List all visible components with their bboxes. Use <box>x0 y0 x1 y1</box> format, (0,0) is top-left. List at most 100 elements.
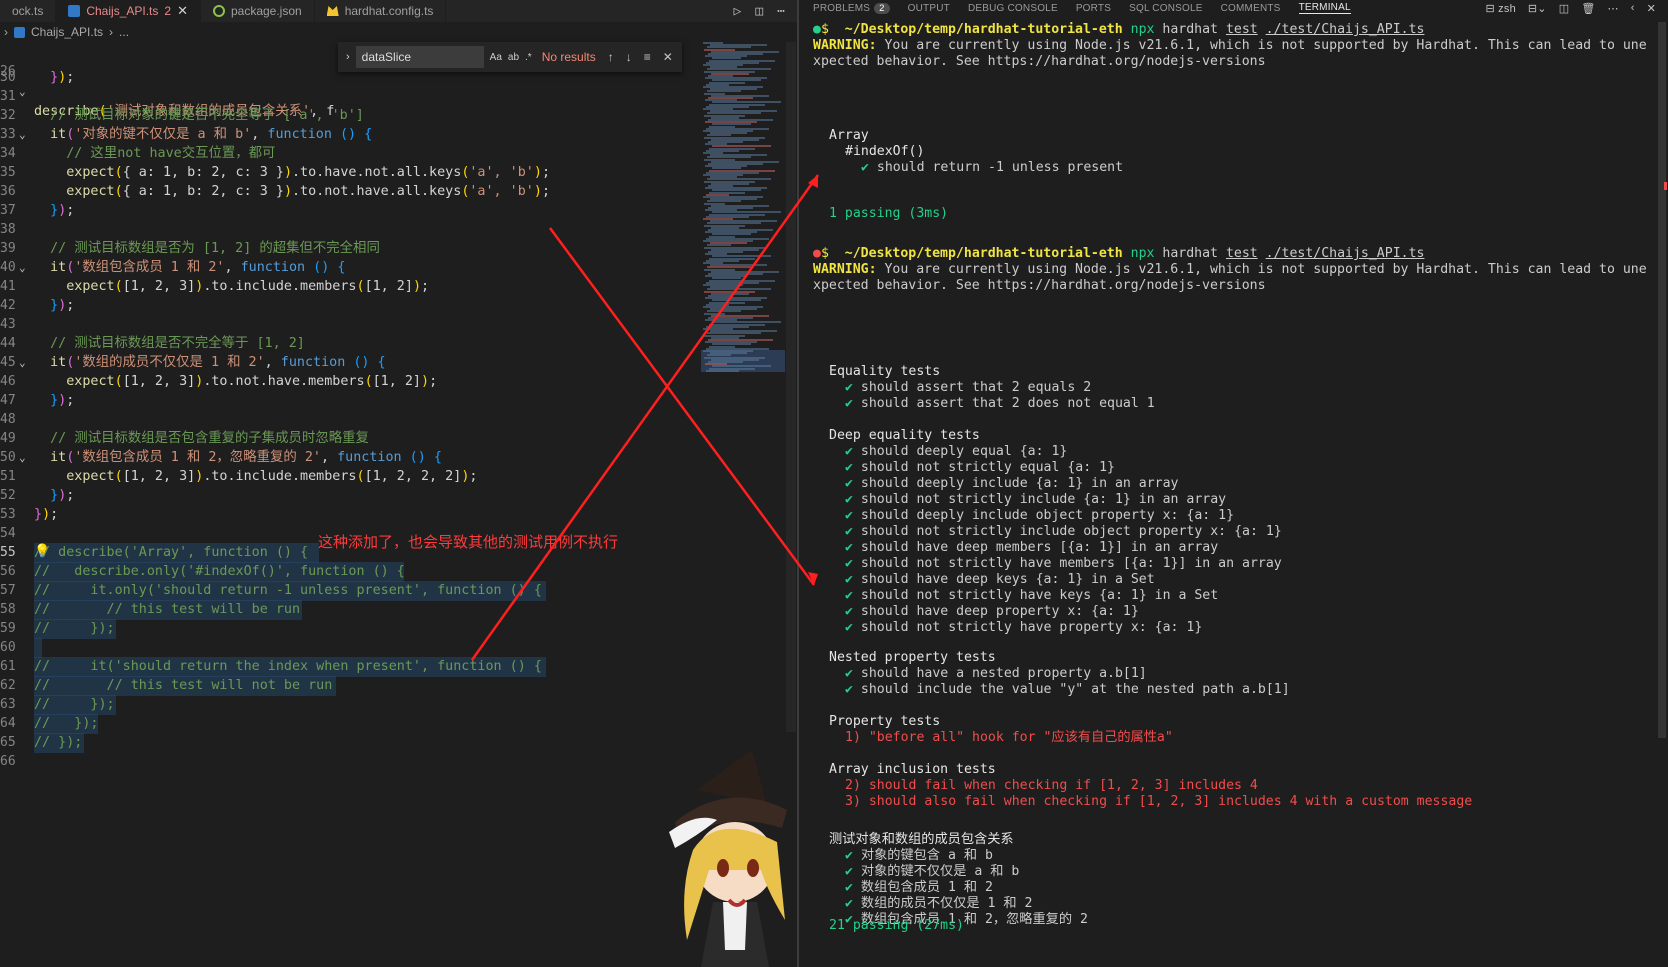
find-input[interactable]: dataSlice <box>355 46 484 68</box>
arrow-up-icon[interactable]: ↑ <box>608 50 614 64</box>
editor-pane: ock.ts Chaijs_API.ts 2 ✕ package.json ha… <box>0 0 797 967</box>
line-number: 52 <box>0 488 16 503</box>
find-in-selection-icon[interactable]: ≡ <box>644 50 651 64</box>
close-icon[interactable]: ✕ <box>177 3 188 19</box>
test-name: should return -1 unless present <box>876 160 1124 175</box>
new-terminal-icon[interactable]: ⊟⌄ <box>1528 2 1547 15</box>
code-line: 40 ⌄ it('数组包含成员 1 和 2', function () { <box>0 258 700 278</box>
code-line: 31 <box>0 87 700 107</box>
code-token: expect <box>66 279 115 294</box>
code-line: 60 <box>0 638 700 658</box>
code-token: expect <box>66 374 115 389</box>
arrow-down-icon[interactable]: ↓ <box>626 50 632 64</box>
whole-word-icon[interactable]: ab <box>508 52 519 63</box>
close-icon[interactable]: ✕ <box>663 50 673 64</box>
minimap[interactable] <box>701 42 785 372</box>
code-token: it <box>50 450 67 465</box>
command-failed-icon: ● <box>813 246 821 261</box>
panel-tab-bar: PROBLEMS 2 OUTPUT DEBUG CONSOLE PORTS SQL… <box>799 0 1668 16</box>
lightbulb-icon[interactable]: 💡 <box>34 544 50 559</box>
toggle-replace-icon[interactable]: › <box>346 51 350 63</box>
test-result: ✔ should have deep property x: {a: 1} <box>845 604 1139 620</box>
chevron-left-icon[interactable]: ‹ <box>1631 2 1635 14</box>
tab-label: ock.ts <box>12 4 44 18</box>
close-icon[interactable]: ✕ <box>1647 2 1656 15</box>
code-token: .to.include.members <box>203 279 357 294</box>
find-widget: › dataSlice Aa ab .* No results ↑ ↓ ≡ ✕ <box>338 42 682 72</box>
chibi-character-image <box>669 750 787 967</box>
code-token: function <box>280 355 346 370</box>
code-comment: // 测试目标数组是否为 [1, 2] 的超集但不完全相同 <box>50 241 380 256</box>
code-token: function <box>337 450 402 465</box>
check-icon: ✔ <box>845 476 853 491</box>
trash-icon[interactable]: 🗑 <box>1581 2 1595 15</box>
tab-debug-console[interactable]: DEBUG CONSOLE <box>968 3 1058 14</box>
tab-mock-ts[interactable]: ock.ts <box>0 0 57 22</box>
terminal-shell-icon[interactable]: ⊟ zsh <box>1485 2 1515 15</box>
warning-text: You are currently using Node.js v21.6.1,… <box>876 38 1647 53</box>
check-icon: ✔ <box>845 896 853 911</box>
tab-sql-console[interactable]: SQL CONSOLE <box>1129 3 1203 14</box>
tab-chaijs-api[interactable]: Chaijs_API.ts 2 ✕ <box>56 0 201 22</box>
editor-scrollbar[interactable] <box>786 42 796 732</box>
cwd: ~/Desktop/temp/hardhat-tutorial-eth <box>844 22 1123 37</box>
code-line: 66 <box>0 752 700 772</box>
cmd-token: test <box>1225 246 1258 261</box>
tab-problems[interactable]: PROBLEMS 2 <box>813 2 890 14</box>
test-name: 数组的成员不仅仅是 1 和 2 <box>860 896 1033 911</box>
line-number: 31 <box>0 89 16 104</box>
chevron-down-icon[interactable]: ⌄ <box>19 448 26 468</box>
more-actions-icon[interactable]: ⋯ <box>1608 2 1619 15</box>
split-terminal-icon[interactable]: ◫ <box>1559 2 1570 15</box>
line-number: 56 <box>0 564 16 579</box>
line-number: 37 <box>0 203 16 218</box>
tab-package-json[interactable]: package.json <box>201 0 315 22</box>
breadcrumb-file[interactable]: Chaijs_API.ts <box>31 25 103 39</box>
code-line: 39 // 测试目标数组是否为 [1, 2] 的超集但不完全相同 <box>0 239 700 259</box>
tab-comments[interactable]: COMMENTS <box>1221 3 1281 14</box>
panel-actions: ⊟ zsh ⊟⌄ ◫ 🗑 ⋯ ‹ ✕ <box>1485 2 1668 15</box>
code-line: 56 // describe.only('#indexOf()', functio… <box>0 562 700 582</box>
more-actions-icon[interactable]: ⋯ <box>777 4 785 19</box>
regex-icon[interactable]: .* <box>525 52 532 63</box>
line-number: 60 <box>0 640 16 655</box>
code-line: 41 expect([1, 2, 3]).to.include.members(… <box>0 277 700 297</box>
node-json-icon <box>212 5 225 17</box>
line-number: 59 <box>0 621 16 636</box>
cmd-token: hardhat <box>1162 246 1218 261</box>
code-token: '数组的成员不仅仅是 1 和 2' <box>74 355 265 370</box>
tab-hardhat-config[interactable]: hardhat.config.ts <box>315 0 447 22</box>
code-line: 51 expect([1, 2, 3]).to.include.members(… <box>0 467 700 487</box>
code-line: 43 <box>0 315 700 335</box>
suite-title: Property tests <box>829 714 941 729</box>
run-icon[interactable]: ▷ <box>734 4 742 19</box>
code-token: .to.include.members <box>203 469 357 484</box>
chevron-down-icon[interactable]: ⌄ <box>19 353 26 373</box>
line-number: 64 <box>0 716 16 731</box>
check-icon: ✔ <box>845 380 853 395</box>
breadcrumb-more[interactable]: ... <box>119 25 129 39</box>
find-query: dataSlice <box>361 50 412 64</box>
split-editor-icon[interactable]: ◫ <box>755 4 763 19</box>
tab-terminal[interactable]: TERMINAL <box>1298 2 1351 14</box>
chevron-down-icon[interactable]: ⌄ <box>19 258 26 278</box>
tab-output[interactable]: OUTPUT <box>908 3 950 14</box>
chevron-right-icon: › <box>109 25 114 39</box>
cmd-token: hardhat <box>1162 22 1218 37</box>
code-line: 38 <box>0 220 700 240</box>
tab-ports[interactable]: PORTS <box>1076 3 1111 14</box>
terminal-scrollbar[interactable] <box>1658 22 1666 738</box>
test-result: ✔ should assert that 2 does not equal 1 <box>845 396 1155 412</box>
line-number: 55 <box>0 545 16 560</box>
check-icon: ✔ <box>845 540 853 555</box>
code-line: 57 // it.only('should return -1 unless pr… <box>0 581 700 601</box>
line-number: 66 <box>0 754 16 769</box>
match-case-icon[interactable]: Aa <box>490 52 502 63</box>
line-number: 57 <box>0 583 16 598</box>
code-token: expect <box>66 165 115 180</box>
code-token: '数组包含成员 1 和 2' <box>74 260 225 275</box>
test-result: ✔ 对象的键包含 a 和 b <box>845 848 993 864</box>
terminal-line: WARNING: You are currently using Node.js… <box>813 38 1647 54</box>
terminal-line: WARNING: You are currently using Node.js… <box>813 262 1647 278</box>
chevron-down-icon[interactable]: ⌄ <box>19 125 26 145</box>
